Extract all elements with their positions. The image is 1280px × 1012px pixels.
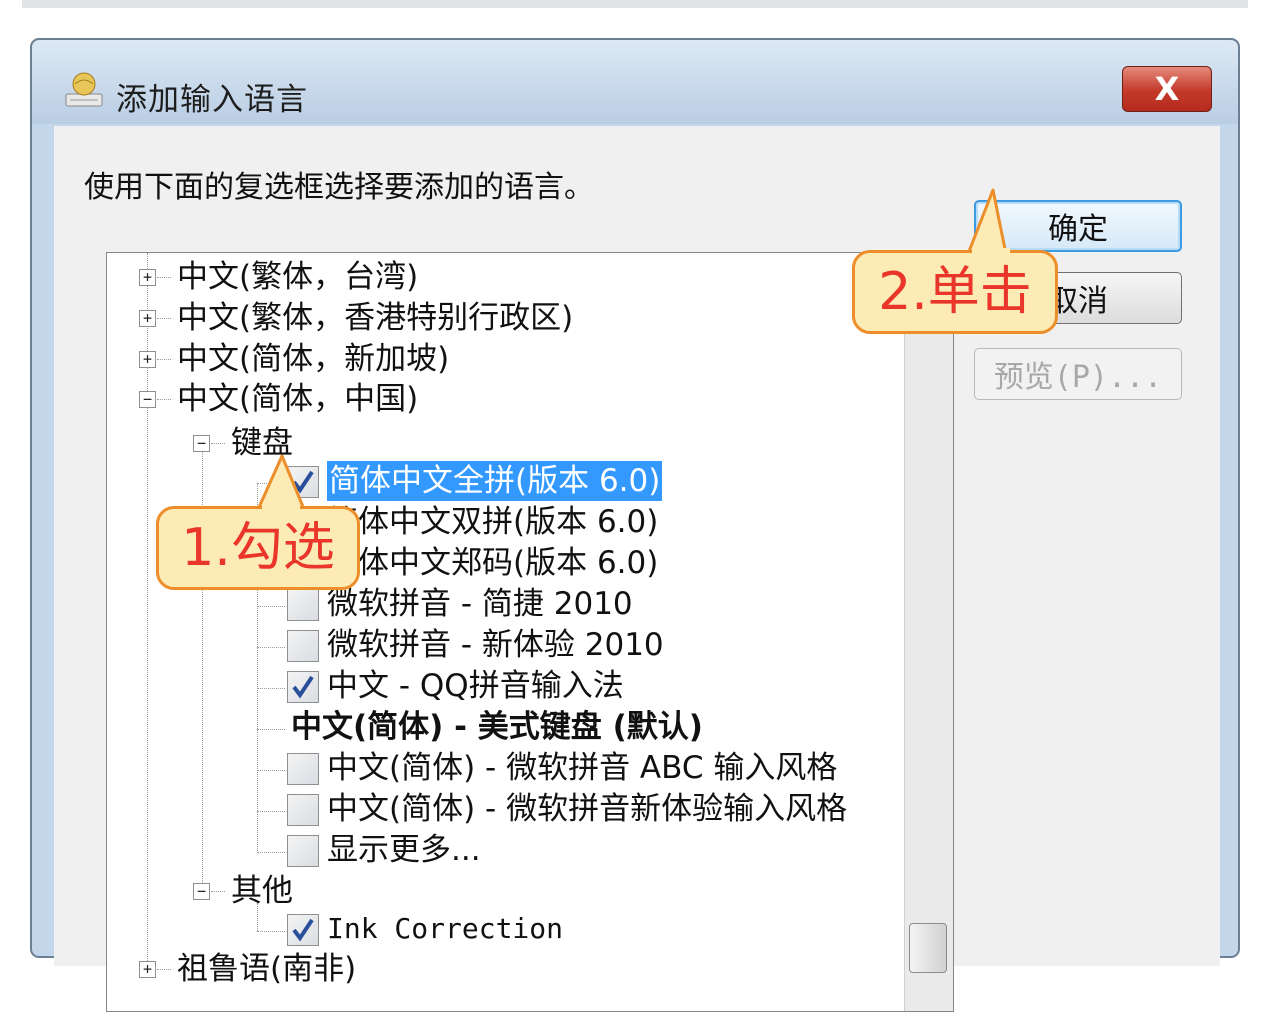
close-button[interactable]: X [1122, 66, 1212, 112]
tree-connector [211, 891, 225, 892]
tree-connector [257, 770, 285, 771]
collapse-icon[interactable]: − [193, 435, 210, 452]
tree-item-label: 简体中文郑码(版本 6.0) [327, 545, 659, 581]
callout-joint [262, 504, 300, 510]
tree-item-label: 中文(简体，新加坡) [177, 341, 450, 377]
expand-icon[interactable]: + [139, 351, 156, 368]
checkbox[interactable] [287, 671, 319, 703]
expand-icon[interactable]: + [139, 269, 156, 286]
tree-item-label: 简体中文双拼(版本 6.0) [327, 504, 659, 540]
tree-item-label: 显示更多... [327, 832, 481, 868]
tree-connector [257, 729, 285, 730]
tree-item-label: 中文 - QQ拼音输入法 [327, 668, 624, 704]
callout-step-2: 2.单击 [852, 250, 1058, 334]
tree-connector [157, 359, 171, 360]
expand-icon[interactable]: + [139, 961, 156, 978]
callout-pointer-2 [966, 188, 1008, 256]
tree-item-label: 中文(简体) - 微软拼音新体验输入风格 [327, 791, 848, 827]
title-bar[interactable]: 添加输入语言 X [32, 40, 1238, 124]
tree-item-label: 微软拼音 - 新体验 2010 [327, 627, 664, 663]
tree-connector [257, 688, 285, 689]
tree-connector [257, 931, 285, 932]
tree-item-label: 简体中文全拼(版本 6.0) [327, 461, 663, 501]
tree-item-label: 微软拼音 - 简捷 2010 [327, 586, 633, 622]
check-icon [292, 675, 314, 699]
tree-connector [157, 969, 171, 970]
instruction-text: 使用下面的复选框选择要添加的语言。 [84, 170, 594, 205]
tree-item-label: 中文(简体) - 微软拼音 ABC 输入风格 [327, 750, 838, 786]
tree-connector [257, 606, 285, 607]
expand-icon[interactable]: + [139, 310, 156, 327]
checkbox[interactable] [287, 630, 319, 662]
collapse-icon[interactable]: − [139, 391, 156, 408]
callout-joint [972, 248, 1010, 254]
tree-item-label: 中文(繁体，香港特别行政区) [177, 300, 574, 336]
tree-item-label: 中文(繁体，台湾) [177, 259, 419, 295]
checkbox[interactable] [287, 794, 319, 826]
tree-item-label: 其他 [231, 873, 293, 909]
keyboard-language-icon [62, 68, 106, 112]
tree-item-label: 中文(简体，中国) [177, 381, 419, 417]
checkbox[interactable] [287, 835, 319, 867]
tree-connector [157, 399, 171, 400]
top-separator [22, 0, 1248, 8]
window-title: 添加输入语言 [116, 82, 308, 118]
preview-button[interactable]: 预览(P)... [974, 348, 1182, 400]
add-input-language-dialog: 添加输入语言 X 使用下面的复选框选择要添加的语言。 确定 取消 预览(P)..… [30, 38, 1240, 1012]
tree-connector [157, 277, 171, 278]
tree-connector [157, 318, 171, 319]
scroll-thumb[interactable] [909, 923, 947, 973]
checkbox[interactable] [287, 589, 319, 621]
close-icon: X [1154, 70, 1180, 108]
tree-connector [211, 443, 225, 444]
tree-item-label: Ink Correction [327, 912, 564, 945]
tree-connector [257, 811, 285, 812]
tree-scrollbar[interactable]: ▲ [904, 253, 953, 1011]
checkbox[interactable] [287, 914, 319, 946]
check-icon [292, 918, 314, 942]
callout-step-1: 1.勾选 [156, 506, 360, 590]
tree-item-label: 祖鲁语(南非) [177, 951, 357, 987]
checkbox[interactable] [287, 753, 319, 785]
tree-connector [257, 852, 285, 853]
language-tree[interactable]: + 中文(繁体，台湾) + 中文(繁体，香港特别行政区) + 中文(简体，新加坡… [106, 252, 954, 1012]
tree-connector [257, 647, 285, 648]
tree-item-label: 中文(简体) - 美式键盘 (默认) [291, 709, 703, 745]
collapse-icon[interactable]: − [193, 883, 210, 900]
